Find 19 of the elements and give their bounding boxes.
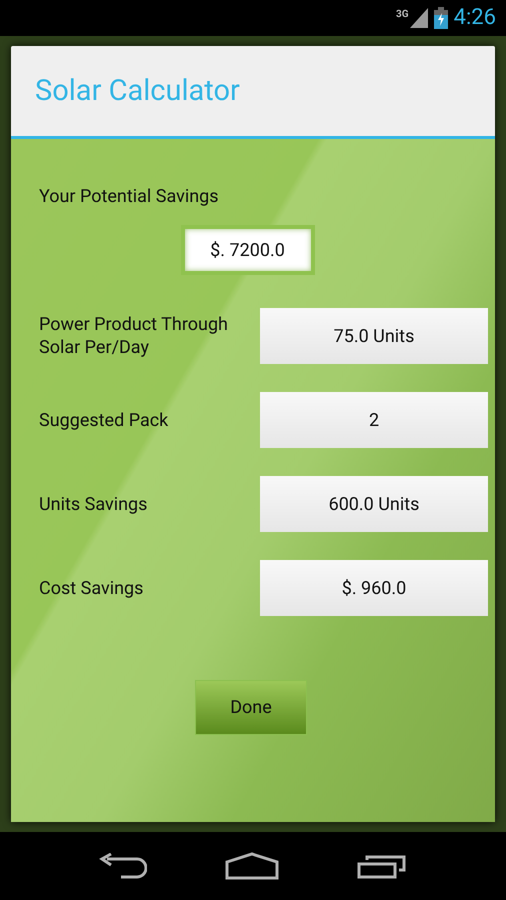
done-button[interactable]: Done: [195, 680, 307, 735]
value-field: $. 960.0: [260, 560, 488, 616]
row-label: Power Product Through Solar Per/Day: [39, 313, 229, 359]
signal-icon: [410, 8, 428, 28]
home-icon[interactable]: [225, 852, 279, 880]
back-icon[interactable]: [99, 853, 147, 879]
potential-savings-label: Your Potential Savings: [39, 186, 220, 208]
row-label: Suggested Pack: [39, 408, 170, 432]
network-type: 3G: [396, 10, 409, 20]
row-label: Cost Savings: [39, 576, 144, 600]
battery-icon: [434, 7, 448, 29]
recent-apps-icon[interactable]: [357, 853, 407, 879]
value-field: 600.0 Units: [260, 476, 488, 532]
value-field: 2: [260, 392, 488, 448]
row-label: Units Savings: [39, 492, 148, 516]
dialog-title: Solar Calculator: [35, 73, 240, 110]
clock: 4:26: [454, 7, 496, 29]
value-field: 75.0 Units: [260, 308, 488, 364]
potential-savings-value: $. 7200.0: [180, 225, 314, 275]
